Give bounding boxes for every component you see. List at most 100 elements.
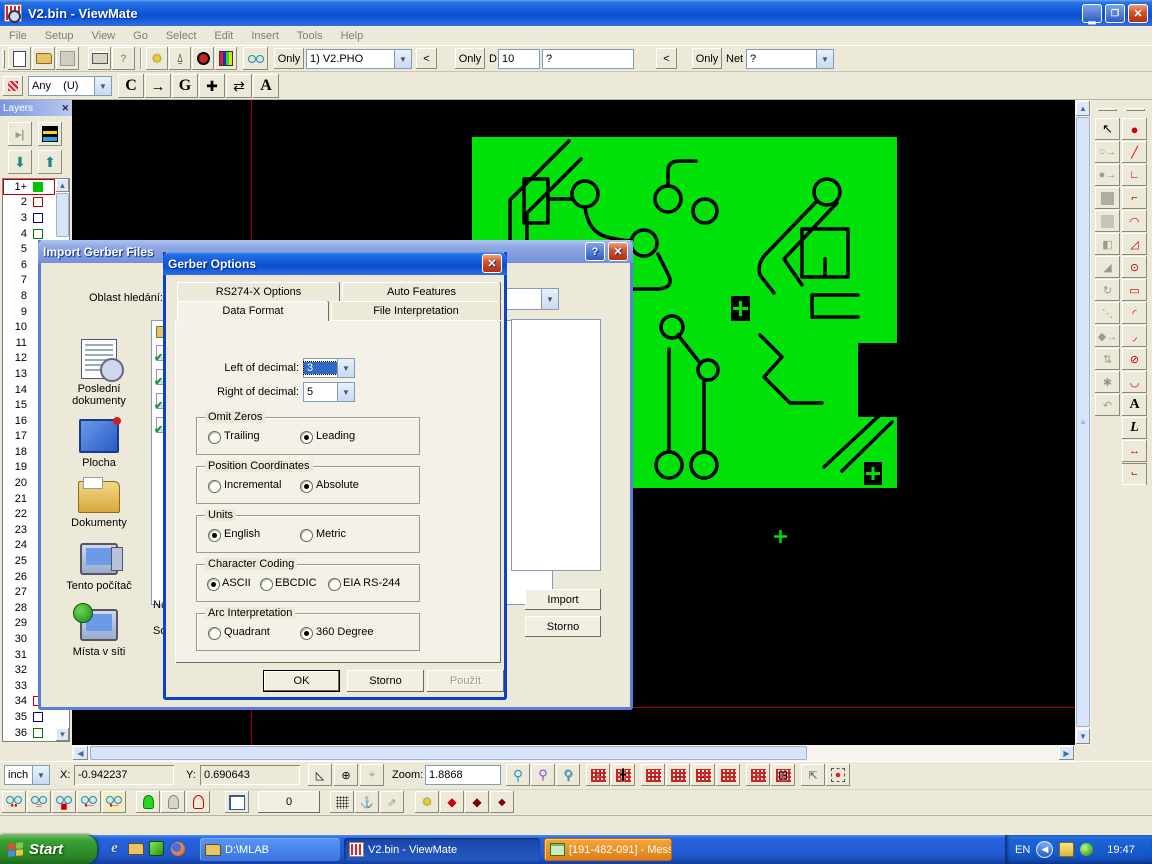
- dcode-input[interactable]: 10: [498, 49, 540, 69]
- pan-left-button[interactable]: ←: [641, 764, 665, 786]
- draw-arc-button[interactable]: ◡: [1122, 371, 1147, 393]
- right-of-decimal-combo[interactable]: 5 ▼: [303, 382, 355, 402]
- select-swap-button[interactable]: ⇄: [226, 74, 252, 98]
- message-tray-icon[interactable]: [1059, 842, 1074, 857]
- tab-data-format[interactable]: Data Format: [177, 301, 329, 321]
- import-button[interactable]: Import: [525, 589, 601, 610]
- flash-zoom-button[interactable]: ✹: [146, 47, 168, 70]
- select-frame-button[interactable]: [826, 764, 850, 786]
- zoom-step-in-button[interactable]: ◳: [771, 764, 795, 786]
- menu-view[interactable]: View: [82, 30, 124, 42]
- start-button[interactable]: Start: [0, 835, 97, 864]
- net-combo[interactable]: ? ▼: [746, 49, 834, 69]
- metric-radio[interactable]: [300, 529, 313, 542]
- internet-explorer-icon[interactable]: e: [106, 840, 123, 857]
- vertical-scroll-thumb[interactable]: ≡: [1076, 117, 1090, 727]
- settings-gear-button[interactable]: ✱: [1095, 371, 1120, 393]
- zoom-step-out-button[interactable]: ▫: [746, 764, 770, 786]
- quadrant-radio[interactable]: [208, 627, 221, 640]
- layer-color-swatch[interactable]: [33, 229, 43, 239]
- insert-dimension-button[interactable]: ↔: [1122, 440, 1147, 462]
- view-all-button[interactable]: ●●: [2, 791, 26, 813]
- green-app-icon[interactable]: [148, 840, 165, 857]
- zoom-window-button[interactable]: ⚲: [556, 764, 580, 786]
- fill-solid-button[interactable]: [1095, 187, 1120, 209]
- menu-edit[interactable]: Edit: [205, 30, 242, 42]
- chevron-down-icon[interactable]: ▼: [337, 383, 354, 401]
- menu-help[interactable]: Help: [332, 30, 373, 42]
- insert-label-button[interactable]: L: [1122, 417, 1147, 439]
- layers-scroll-up[interactable]: ▲: [56, 179, 69, 192]
- chevron-down-icon[interactable]: ▼: [394, 50, 411, 68]
- ascii-radio[interactable]: [207, 578, 220, 591]
- scroll-left-button[interactable]: ◀: [73, 746, 88, 760]
- dcode-query-input[interactable]: ?: [542, 49, 634, 69]
- move-element-button[interactable]: ◆→: [1095, 325, 1120, 347]
- part-view-button[interactable]: ⍙: [169, 47, 191, 70]
- new-document-button[interactable]: [8, 47, 31, 70]
- pan-right-button[interactable]: →: [666, 764, 690, 786]
- layer-color-swatch[interactable]: [33, 712, 43, 722]
- zoom-grid-button[interactable]: ⚲: [531, 764, 555, 786]
- place-documents[interactable]: Dokumenty: [51, 481, 147, 529]
- select-filter-button[interactable]: [3, 76, 23, 96]
- scroll-down-button[interactable]: ▼: [1076, 729, 1090, 744]
- select-gerber-button[interactable]: G: [172, 74, 198, 98]
- view-flashes-button[interactable]: ▆: [52, 791, 76, 813]
- menu-go[interactable]: Go: [124, 30, 157, 42]
- highlight-grey-button[interactable]: [161, 791, 185, 813]
- chevron-down-icon[interactable]: ▼: [816, 50, 833, 68]
- layer-color-swatch[interactable]: [33, 182, 43, 192]
- menu-file[interactable]: File: [0, 30, 36, 42]
- spiral-locate-button[interactable]: ⌖: [360, 764, 384, 786]
- chevron-down-icon[interactable]: ▼: [94, 77, 111, 95]
- rotate-button[interactable]: ↻: [1095, 279, 1120, 301]
- fill-clear-button[interactable]: [1095, 210, 1120, 232]
- zoom-tool-button[interactable]: ⚲: [506, 764, 530, 786]
- ok-button[interactable]: OK: [263, 670, 340, 692]
- place-recent-documents[interactable]: Poslední dokumenty: [51, 339, 147, 407]
- draw-curve-left-button[interactable]: ◜: [1122, 302, 1147, 324]
- pad-plain-button[interactable]: ◆: [490, 791, 514, 813]
- pan-up-button[interactable]: ↑: [716, 764, 740, 786]
- snap-path-button[interactable]: ⇗: [380, 791, 404, 813]
- layer-manager-button[interactable]: [38, 122, 62, 146]
- crosshair-grid-button[interactable]: ╋: [611, 764, 635, 786]
- tab-file-interpretation[interactable]: File Interpretation: [331, 301, 501, 320]
- select-type-combo[interactable]: Any (U) ▼: [28, 76, 112, 96]
- collapse-chevron-icon[interactable]: ◀: [1036, 841, 1053, 858]
- taskbar-task-message[interactable]: [191-482-091] - Mess...: [544, 838, 672, 861]
- prev-layer-button[interactable]: <: [416, 48, 437, 69]
- measure-angle-button[interactable]: ◺: [308, 764, 332, 786]
- cancel-button[interactable]: Storno: [347, 670, 424, 692]
- place-network[interactable]: Místa v síti: [51, 609, 147, 658]
- import-cancel-button[interactable]: Storno: [525, 616, 601, 637]
- only-dcode-button[interactable]: Only: [455, 48, 485, 69]
- resize-frame-button[interactable]: ⇱: [801, 764, 825, 786]
- board-grid-button[interactable]: ▫▫: [586, 764, 610, 786]
- place-desktop[interactable]: Plocha: [51, 419, 147, 469]
- insert-text-button[interactable]: A: [1122, 394, 1147, 416]
- layers-scroll-down[interactable]: ▼: [56, 728, 69, 741]
- draw-corner-button[interactable]: ∟: [1122, 164, 1147, 186]
- only-net-button[interactable]: Only: [692, 48, 722, 69]
- draw-rectangle-button[interactable]: ▭: [1122, 279, 1147, 301]
- layers-scroll-thumb[interactable]: [56, 193, 69, 237]
- selected-files-list[interactable]: [511, 319, 601, 571]
- chevron-down-icon[interactable]: ▼: [337, 359, 354, 377]
- apply-button[interactable]: Použít: [427, 670, 504, 692]
- pan-down-button[interactable]: ↓: [691, 764, 715, 786]
- layer-color-swatch[interactable]: [33, 197, 43, 207]
- layer-combo[interactable]: 1) V2.PHO ▼: [306, 49, 412, 69]
- horizontal-scrollbar[interactable]: ◀ ▶: [72, 745, 1075, 761]
- layers-panel-close-icon[interactable]: ✕: [61, 103, 69, 114]
- target-origin-button[interactable]: ⊕: [334, 764, 358, 786]
- chevron-down-icon[interactable]: ▼: [541, 289, 558, 309]
- draw-contour-button[interactable]: ⌐: [1122, 463, 1147, 485]
- move-layer-down-button[interactable]: ⬇: [8, 150, 32, 174]
- select-trace-button[interactable]: →: [145, 74, 171, 98]
- unit-combo[interactable]: inch ▼: [4, 765, 50, 785]
- step-repeat-button[interactable]: ⋱: [1095, 302, 1120, 324]
- zoom-input[interactable]: 1.8868: [425, 765, 501, 785]
- draw-circle-button[interactable]: ⊙: [1122, 256, 1147, 278]
